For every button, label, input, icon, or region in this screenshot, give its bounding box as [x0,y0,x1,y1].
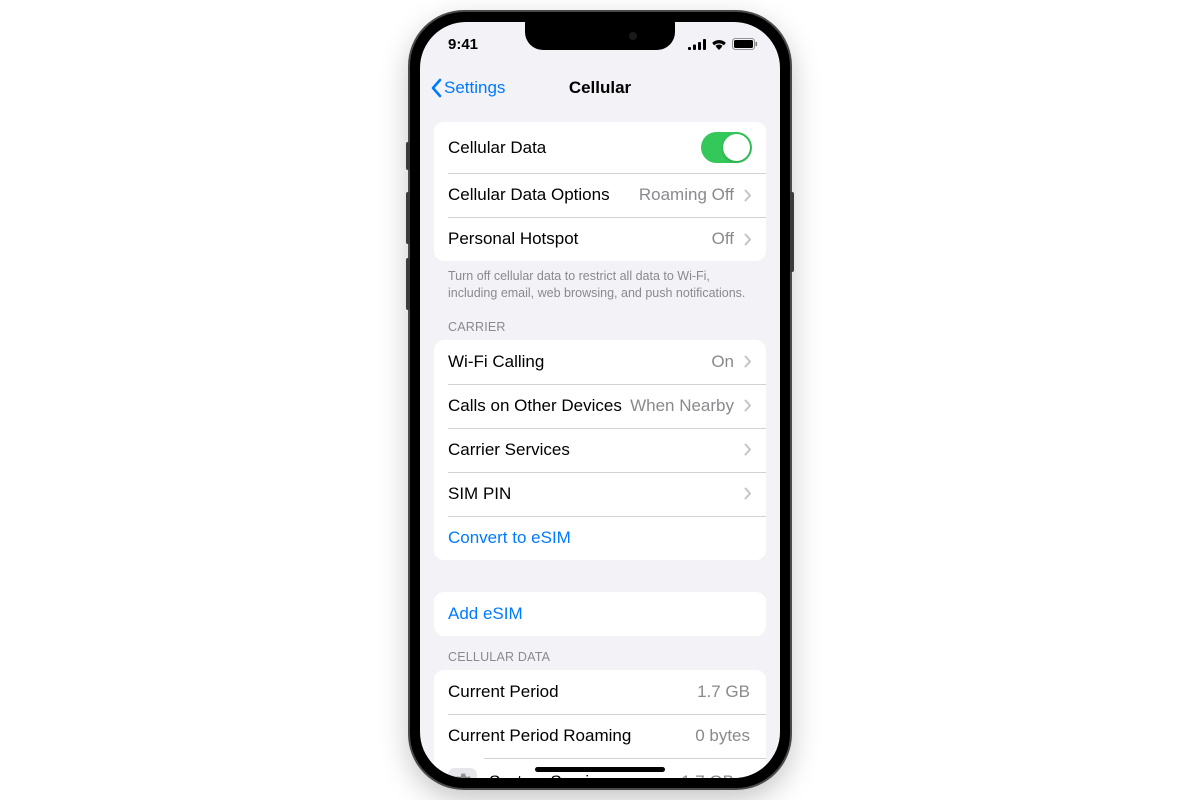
current-period-roaming-label: Current Period Roaming [448,726,695,746]
screen: 9:41 Settings Cellular [420,22,780,778]
cellular-data-toggle[interactable] [701,132,752,163]
toggle-knob [723,134,750,161]
back-button[interactable]: Settings [430,78,505,98]
carrier-services-row[interactable]: Carrier Services [434,428,766,472]
status-right [688,38,758,50]
personal-hotspot-value: Off [712,229,734,249]
cellular-data-footer: Turn off cellular data to restrict all d… [420,261,780,302]
cellular-data-label: Cellular Data [448,138,701,158]
convert-esim-row[interactable]: Convert to eSIM [434,516,766,560]
calls-other-devices-label: Calls on Other Devices [448,396,630,416]
personal-hotspot-label: Personal Hotspot [448,229,712,249]
cellular-data-row[interactable]: Cellular Data [434,122,766,173]
chevron-right-icon [744,355,752,368]
nav-bar: Settings Cellular [420,66,780,110]
chevron-left-icon [430,78,442,98]
add-esim-group: Add eSIM [434,592,766,636]
carrier-services-label: Carrier Services [448,440,736,460]
calls-other-devices-value: When Nearby [630,396,734,416]
gear-icon [448,768,477,778]
data-usage-header: Cellular Data [420,636,780,670]
chevron-right-icon [744,189,752,202]
carrier-group: Wi-Fi Calling On Calls on Other Devices … [434,340,766,560]
carrier-header: Carrier [420,302,780,340]
home-indicator[interactable] [535,767,665,772]
cellular-main-group: Cellular Data Cellular Data Options Roam… [434,122,766,261]
notch [525,22,675,50]
chevron-right-icon [744,487,752,500]
add-esim-label: Add eSIM [448,604,752,624]
sim-pin-row[interactable]: SIM PIN [434,472,766,516]
personal-hotspot-row[interactable]: Personal Hotspot Off [434,217,766,261]
cellular-signal-icon [688,39,706,50]
back-label: Settings [444,78,505,98]
wifi-calling-label: Wi-Fi Calling [448,352,711,372]
current-period-row: Current Period 1.7 GB [434,670,766,714]
wifi-calling-value: On [711,352,734,372]
mute-switch [406,142,410,170]
current-period-label: Current Period [448,682,697,702]
volume-up-button [406,192,410,244]
current-period-value: 1.7 GB [697,682,750,702]
sim-pin-label: SIM PIN [448,484,736,504]
chevron-right-icon [744,443,752,456]
system-services-value: 1.7 GB [681,772,734,778]
cellular-data-options-label: Cellular Data Options [448,185,639,205]
current-period-roaming-row: Current Period Roaming 0 bytes [434,714,766,758]
convert-esim-label: Convert to eSIM [448,528,752,548]
add-esim-row[interactable]: Add eSIM [434,592,766,636]
side-button [790,192,794,272]
wifi-calling-row[interactable]: Wi-Fi Calling On [434,340,766,384]
chevron-right-icon [744,776,752,778]
cellular-data-options-row[interactable]: Cellular Data Options Roaming Off [434,173,766,217]
settings-content[interactable]: Cellular Data Cellular Data Options Roam… [420,110,780,778]
calls-other-devices-row[interactable]: Calls on Other Devices When Nearby [434,384,766,428]
cellular-data-options-value: Roaming Off [639,185,734,205]
volume-down-button [406,258,410,310]
status-time: 9:41 [448,36,478,53]
system-services-label: System Services [489,772,681,778]
nav-title: Cellular [569,78,631,98]
chevron-right-icon [744,233,752,246]
battery-icon [732,38,758,50]
chevron-right-icon [744,399,752,412]
wifi-icon [711,39,727,50]
phone-frame: 9:41 Settings Cellular [410,12,790,788]
current-period-roaming-value: 0 bytes [695,726,750,746]
data-usage-group: Current Period 1.7 GB Current Period Roa… [434,670,766,778]
